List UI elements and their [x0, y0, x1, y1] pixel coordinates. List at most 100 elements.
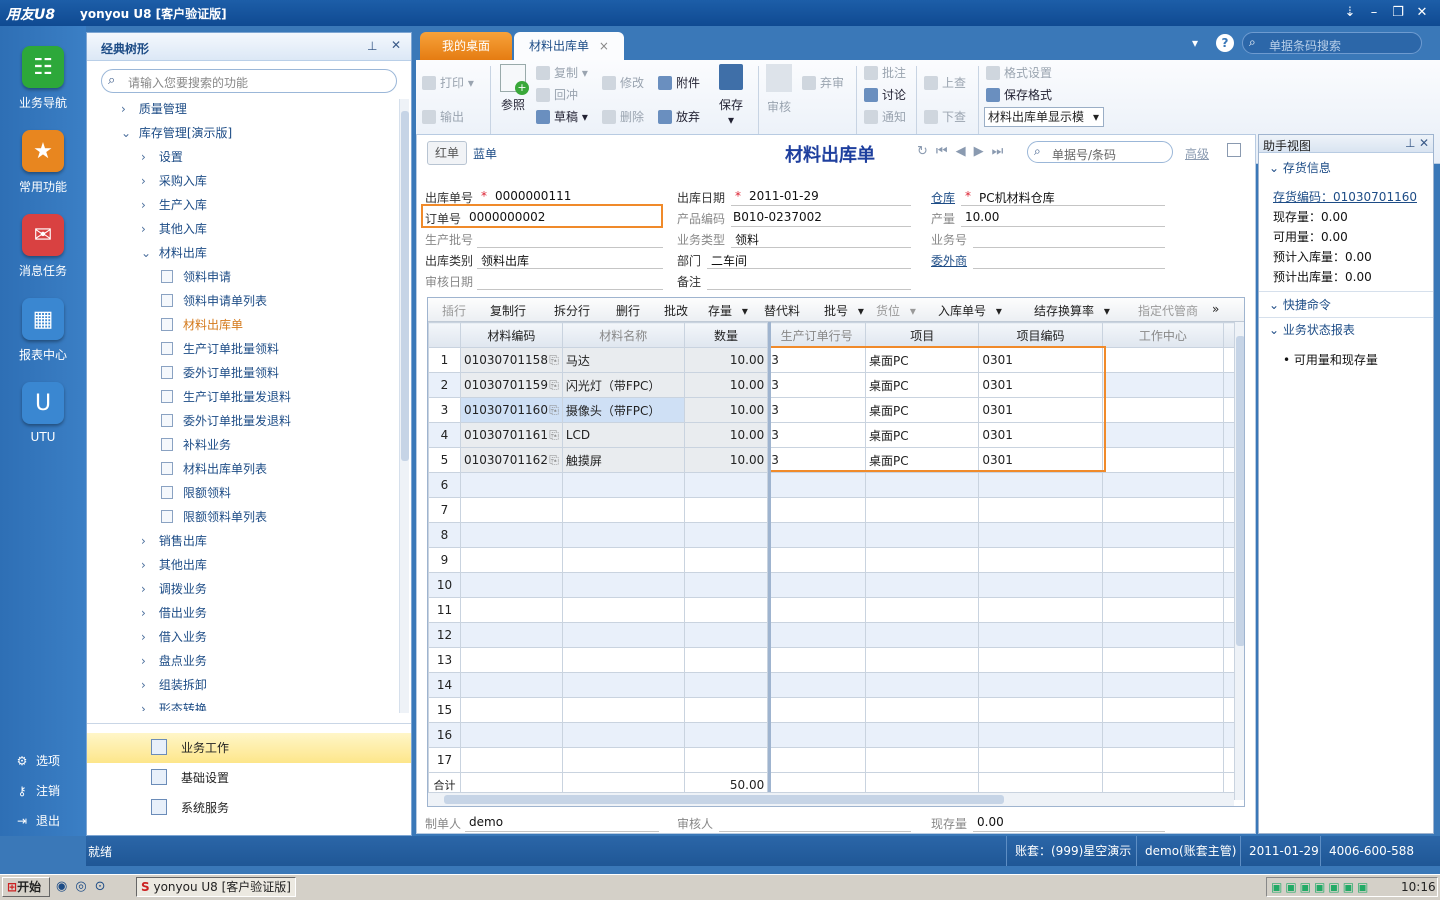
work-center-cell[interactable]: [1101, 347, 1225, 373]
dropdown-icon[interactable]: ▾: [1192, 36, 1198, 50]
tree-item[interactable]: › 设置: [87, 145, 397, 169]
table-row[interactable]: 13: [428, 647, 1244, 673]
material-name-cell[interactable]: 摄像头（带FPC）: [561, 397, 685, 423]
column-header[interactable]: 材料名称: [561, 322, 685, 348]
grid-tool-button[interactable]: 指定代管商: [1138, 302, 1198, 319]
grid-hscrollbar[interactable]: [428, 792, 1234, 806]
tree-item[interactable]: › 组装拆卸: [87, 673, 397, 697]
tree-item[interactable]: 委外订单批量发退料: [87, 409, 397, 433]
task-yonyou[interactable]: S yonyou U8 [客户验证版]: [136, 877, 296, 897]
output-button[interactable]: 输出: [422, 108, 464, 125]
record-nav-icons[interactable]: ↻⏮◀▶⏭: [917, 144, 1011, 159]
attach-button[interactable]: 附件: [658, 74, 700, 91]
tree-item[interactable]: 补料业务: [87, 433, 397, 457]
voucher-search-input[interactable]: ⌕ 单据号/条码: [1027, 141, 1173, 163]
menu-icon[interactable]: ⇣: [1340, 3, 1360, 23]
tree-item[interactable]: ⌄ 材料出库: [87, 241, 397, 265]
quantity-cell[interactable]: 10.00: [683, 372, 769, 398]
section-shortcuts[interactable]: ⌄ 快捷命令: [1269, 296, 1331, 313]
discuss-button[interactable]: 讨论: [864, 86, 906, 103]
section-inventory[interactable]: ⌄ 存货信息: [1269, 159, 1331, 176]
grid-tool-button[interactable]: 复制行: [490, 302, 526, 319]
tree-scroll-thumb[interactable]: [401, 111, 409, 461]
rail-item-1[interactable]: ★ 常用功能: [0, 130, 86, 195]
tree-item[interactable]: › 生产入库: [87, 193, 397, 217]
column-header[interactable]: 项目编码: [978, 322, 1103, 348]
tree-scrollbar[interactable]: [399, 99, 409, 713]
exit-button[interactable]: ⇥ 退出: [14, 812, 60, 829]
tree-item[interactable]: › 销售出库: [87, 529, 397, 553]
tree-item[interactable]: 限额领料: [87, 481, 397, 505]
table-row[interactable]: 9: [428, 547, 1244, 573]
quantity-cell[interactable]: 10.00: [683, 347, 769, 373]
table-row[interactable]: 7: [428, 497, 1244, 523]
column-header[interactable]: 工作中心: [1101, 322, 1225, 348]
discard-button[interactable]: 弃审: [802, 74, 844, 91]
grid-tool-button[interactable]: 删行: [616, 302, 640, 319]
start-button[interactable]: ⊞开始: [2, 877, 50, 897]
help-icon[interactable]: ?: [1216, 34, 1234, 52]
more-icon[interactable]: »: [1212, 302, 1219, 316]
tree-item[interactable]: › 盘点业务: [87, 649, 397, 673]
close-icon[interactable]: ✕: [391, 38, 401, 52]
grid-tool-button[interactable]: 拆分行: [554, 302, 590, 319]
tree-item[interactable]: › 其他入库: [87, 217, 397, 241]
grid-tool-button[interactable]: 批改: [664, 302, 688, 319]
quantity-cell[interactable]: 10.00: [683, 422, 769, 448]
layout-icon[interactable]: [1227, 143, 1241, 157]
work-center-cell[interactable]: [1101, 447, 1225, 473]
tree-item[interactable]: › 质量管理: [87, 97, 397, 121]
grid-tool-button[interactable]: 结存换算率 ▾: [1034, 302, 1110, 319]
rail-item-3[interactable]: ▦ 报表中心: [0, 298, 86, 363]
column-header[interactable]: 项目: [865, 322, 980, 348]
close-icon[interactable]: ✕: [1412, 3, 1432, 23]
out-date-field[interactable]: 2011-01-29: [749, 189, 819, 203]
close-icon[interactable]: ✕: [1419, 136, 1429, 150]
table-row[interactable]: 11: [428, 597, 1244, 623]
reverse-button[interactable]: 回冲: [536, 86, 578, 103]
nav-business-work[interactable]: 业务工作: [87, 733, 411, 763]
tree-item[interactable]: › 形态转换: [87, 697, 397, 711]
grid-tool-button[interactable]: 入库单号 ▾: [938, 302, 1002, 319]
tab-close-icon[interactable]: ×: [599, 39, 609, 53]
down-query-button[interactable]: 下查: [924, 108, 966, 125]
table-row[interactable]: 8: [428, 522, 1244, 548]
column-header[interactable]: 材料编码: [459, 322, 563, 348]
blue-voucher-button[interactable]: 蓝单: [473, 145, 497, 162]
tray-icons[interactable]: ▣▣▣▣▣▣▣: [1271, 880, 1371, 894]
warehouse-field[interactable]: PC机材料仓库: [979, 189, 1055, 206]
table-row[interactable]: 17: [428, 747, 1244, 773]
material-name-cell[interactable]: 触摸屏: [561, 447, 685, 473]
restore-icon[interactable]: ❐: [1388, 3, 1408, 23]
material-code-cell[interactable]: 01030701158 ⎘: [459, 347, 563, 373]
grid-tool-button[interactable]: 货位 ▾: [876, 302, 916, 319]
red-voucher-button[interactable]: 红单: [427, 141, 467, 165]
out-type-field[interactable]: 领料出库: [481, 252, 529, 269]
pin-icon[interactable]: ⊥: [1405, 136, 1415, 150]
pin-icon[interactable]: ⊥: [367, 39, 377, 53]
tree-item[interactable]: 生产订单批量领料: [87, 337, 397, 361]
print-button[interactable]: 打印 ▾: [422, 74, 474, 91]
table-row[interactable]: 12: [428, 622, 1244, 648]
column-header[interactable]: 生产订单行号: [767, 322, 867, 348]
tree-search-input[interactable]: ⌕ 请输入您要搜索的功能: [101, 69, 397, 93]
grid-tool-button[interactable]: 插行: [442, 302, 466, 319]
minimize-icon[interactable]: –: [1364, 3, 1384, 23]
quantity-cell[interactable]: 10.00: [683, 447, 769, 473]
abandon-button[interactable]: 放弃: [658, 108, 700, 125]
tree-item[interactable]: › 其他出库: [87, 553, 397, 577]
grid-vscrollbar[interactable]: [1234, 322, 1244, 800]
barcode-search-input[interactable]: ⌕ 单据条码搜索: [1242, 32, 1422, 54]
tree-item[interactable]: › 借出业务: [87, 601, 397, 625]
work-center-cell[interactable]: [1101, 422, 1225, 448]
annotate-button[interactable]: 批注: [864, 64, 906, 81]
nav-system-service[interactable]: 系统服务: [87, 793, 411, 823]
biz-type-field[interactable]: 领料: [735, 231, 759, 248]
up-query-button[interactable]: 上查: [924, 74, 966, 91]
table-row[interactable]: 6: [428, 472, 1244, 498]
tree-item[interactable]: › 借入业务: [87, 625, 397, 649]
nav-basic-settings[interactable]: 基础设置: [87, 763, 411, 793]
tree-item[interactable]: 材料出库单列表: [87, 457, 397, 481]
tree-item[interactable]: 领料申请单列表: [87, 289, 397, 313]
tree-item[interactable]: 委外订单批量领料: [87, 361, 397, 385]
